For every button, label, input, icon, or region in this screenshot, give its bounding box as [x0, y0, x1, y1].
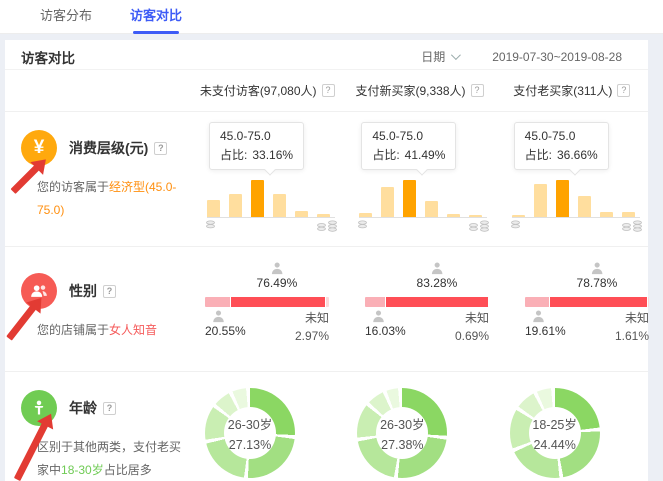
female-percent: 83.28% [417, 276, 458, 290]
unknown-label: 未知 [455, 309, 489, 327]
bar-chart [512, 179, 640, 218]
card-header: 访客对比 日期 2019-07-30~2019-08-28 [5, 40, 648, 70]
chart-tooltip: 45.0-75.0 占比:33.16% [209, 122, 304, 170]
help-icon[interactable]: ? [471, 84, 484, 97]
section-gender: 性别 ? 您的店铺属于女人知音 76.49% [5, 247, 648, 372]
age-section-title: 年龄 ? [69, 398, 116, 418]
donut-chart: 18-25岁 24.44% [510, 388, 600, 478]
date-range-value[interactable]: 2019-07-30~2019-08-28 [492, 50, 622, 64]
male-icon [371, 309, 386, 324]
coin-icon-large [621, 220, 644, 232]
gender-bar [365, 297, 489, 307]
tab-visitor-distribution[interactable]: 访客分布 [40, 0, 92, 34]
gender-chart-unpaid: 76.49% 20.55% 未知 2.97% [191, 247, 351, 371]
male-percent: 19.61% [525, 324, 566, 338]
consume-chart-new-buyers: 45.0-75.0 占比:41.49% [343, 112, 495, 246]
page-title: 访客对比 [21, 47, 75, 67]
consume-label-cell: ¥ 消费层级(元) ? 您的访客属于经济型(45.0-75.0) [5, 112, 191, 246]
unknown-percent: 1.61% [615, 327, 649, 345]
age-chart-old-buyers: 18-25岁 24.44% [496, 372, 648, 481]
column-header-old-buyers: 支付老买家(311人) ? [496, 82, 648, 99]
chevron-down-icon [451, 50, 461, 60]
annotation-arrow [6, 305, 36, 341]
gender-chart-new-buyers: 83.28% 16.03% 未知 0.69% [351, 247, 511, 371]
help-icon[interactable]: ? [617, 84, 630, 97]
unknown-percent: 2.97% [295, 327, 329, 345]
female-percent: 76.49% [257, 276, 298, 290]
consume-description: 您的访客属于经济型(45.0-75.0) [37, 176, 189, 223]
date-filter-dropdown[interactable]: 日期 [421, 48, 458, 65]
male-percent: 20.55% [205, 324, 246, 338]
gender-bar [205, 297, 329, 307]
donut-center-label: 26-30岁 [228, 414, 272, 433]
tab-visitor-compare[interactable]: 访客对比 [130, 0, 182, 34]
donut-center-percent: 27.13% [229, 438, 271, 452]
female-icon [269, 261, 284, 276]
gender-label-cell: 性别 ? 您的店铺属于女人知音 [5, 247, 191, 371]
coin-icon-small [205, 220, 216, 229]
female-icon [589, 261, 604, 276]
help-icon[interactable]: ? [322, 84, 335, 97]
gender-description: 您的店铺属于女人知音 [37, 319, 189, 342]
chart-tooltip: 45.0-75.0 占比:36.66% [514, 122, 609, 170]
unknown-label: 未知 [615, 309, 649, 327]
donut-chart: 26-30岁 27.38% [357, 388, 447, 478]
bar-chart [359, 179, 487, 218]
gender-chart-old-buyers: 78.78% 19.61% 未知 1.61% [511, 247, 663, 371]
visitor-compare-card: 访客对比 日期 2019-07-30~2019-08-28 未支付访客(97,0… [5, 40, 648, 481]
gender-highlight-text: 女人知音 [109, 323, 157, 337]
age-chart-unpaid: 26-30岁 27.13% [191, 372, 343, 481]
female-percent: 78.78% [577, 276, 618, 290]
gender-section-title: 性别 ? [69, 281, 116, 301]
unknown-label: 未知 [295, 309, 329, 327]
help-icon[interactable]: ? [103, 402, 116, 415]
coin-icon-small [510, 220, 521, 229]
top-tab-bar: 访客分布 访客对比 [0, 0, 663, 34]
coin-icon-small [357, 220, 368, 229]
donut-center-label: 26-30岁 [380, 414, 424, 433]
consume-section-title: 消费层级(元) ? [69, 138, 167, 158]
male-icon [211, 309, 226, 324]
age-chart-new-buyers: 26-30岁 27.38% [343, 372, 495, 481]
column-header-new-buyers: 支付新买家(9,338人) ? [343, 82, 495, 99]
donut-chart: 26-30岁 27.13% [205, 388, 295, 478]
help-icon[interactable]: ? [154, 142, 167, 155]
section-consume-level: ¥ 消费层级(元) ? 您的访客属于经济型(45.0-75.0) 45.0-75… [5, 112, 648, 247]
bar-chart [207, 179, 335, 218]
consume-chart-old-buyers: 45.0-75.0 占比:36.66% [496, 112, 648, 246]
female-icon [429, 261, 444, 276]
donut-center-label: 18-25岁 [532, 414, 576, 433]
age-highlight-text: 18-30岁 [61, 463, 104, 477]
date-filter-label: 日期 [421, 48, 445, 65]
age-description: 区别于其他两类，支付老买家中18-30岁占比居多 [37, 436, 189, 481]
column-header-row: 未支付访客(97,080人) ? 支付新买家(9,338人) ? 支付老买家(3… [5, 70, 648, 112]
chart-tooltip: 45.0-75.0 占比:41.49% [361, 122, 456, 170]
donut-center-percent: 27.38% [381, 438, 423, 452]
donut-center-percent: 24.44% [533, 438, 575, 452]
male-percent: 16.03% [365, 324, 406, 338]
section-age: 年龄 ? 区别于其他两类，支付老买家中18-30岁占比居多 26-30岁 27.… [5, 372, 648, 481]
annotation-arrow [11, 165, 40, 194]
consume-chart-unpaid: 45.0-75.0 占比:33.16% [191, 112, 343, 246]
coin-icon-large [468, 220, 491, 232]
age-label-cell: 年龄 ? 区别于其他两类，支付老买家中18-30岁占比居多 [5, 372, 191, 481]
unknown-percent: 0.69% [455, 327, 489, 345]
help-icon[interactable]: ? [103, 285, 116, 298]
column-header-unpaid: 未支付访客(97,080人) ? [191, 82, 343, 99]
gender-bar [525, 297, 649, 307]
coin-icon-large [316, 220, 339, 232]
male-icon [531, 309, 546, 324]
